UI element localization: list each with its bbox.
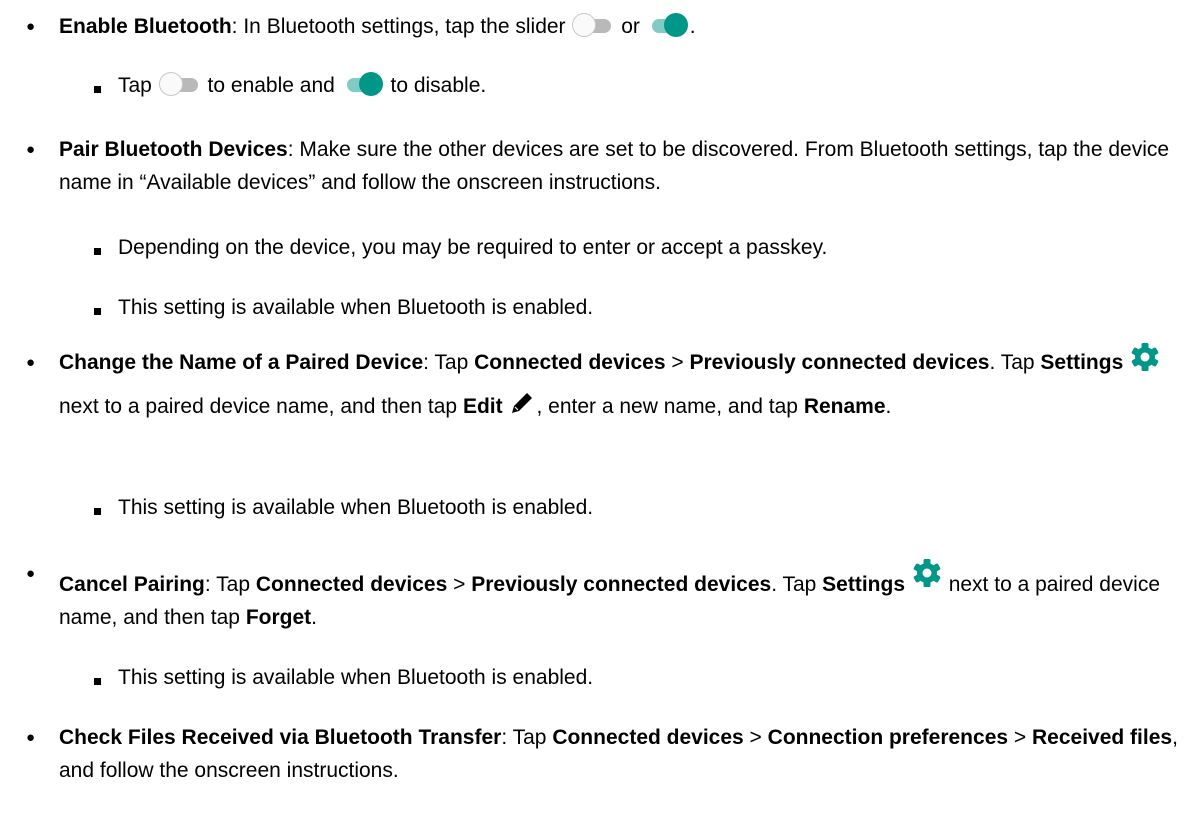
item-text: Check Files Received via Bluetooth Trans… <box>59 726 1178 782</box>
item-text: This setting is available when Bluetooth… <box>118 666 594 689</box>
bullet: ● <box>26 141 36 158</box>
bullet: ● <box>26 18 36 35</box>
toggle-off-icon <box>571 12 615 38</box>
square-bullet <box>94 308 101 315</box>
gear-icon <box>913 559 941 587</box>
square-bullet <box>94 678 101 685</box>
item-text: Enable Bluetooth: In Bluetooth settings,… <box>59 10 1179 43</box>
item-text: Change the Name of a Paired Device: Tap … <box>59 341 1179 429</box>
square-bullet <box>94 86 101 93</box>
item-title: Pair Bluetooth Devices <box>59 138 288 161</box>
item-title: Cancel Pairing <box>59 573 205 596</box>
toggle-on-icon <box>646 12 690 38</box>
toggle-off-icon <box>158 71 202 97</box>
toggle-on-icon <box>341 71 385 97</box>
bullet: ● <box>26 729 36 746</box>
gear-icon <box>1131 343 1159 371</box>
item-text: Cancel Pairing: Tap Connected devices > … <box>59 557 1179 634</box>
item-text: Depending on the device, you may be requ… <box>118 236 828 259</box>
bullet: ● <box>26 565 36 582</box>
square-bullet <box>94 248 101 255</box>
item-text: Pair Bluetooth Devices: Make sure the ot… <box>59 138 1170 194</box>
item-text: This setting is available when Bluetooth… <box>118 296 594 319</box>
document-page: ● Enable Bluetooth: In Bluetooth setting… <box>0 0 1198 814</box>
item-title: Change the Name of a Paired Device <box>59 351 424 374</box>
pencil-icon <box>512 393 533 413</box>
item-title: Enable Bluetooth <box>59 15 232 38</box>
item-text: This setting is available when Bluetooth… <box>118 496 594 519</box>
item-title: Check Files Received via Bluetooth Trans… <box>59 726 502 749</box>
item-text: Tap to enable and to disable. <box>118 69 1178 102</box>
square-bullet <box>94 508 101 515</box>
bullet: ● <box>26 354 36 371</box>
